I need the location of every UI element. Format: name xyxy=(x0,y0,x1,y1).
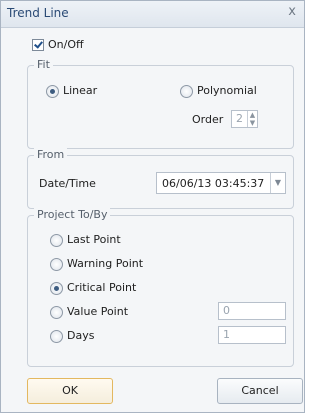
linear-radio[interactable] xyxy=(46,85,59,98)
project-group: Project To/By Last Point Warning Point C… xyxy=(27,208,294,367)
critical-point-radio[interactable] xyxy=(50,282,63,295)
order-value: 2 xyxy=(236,112,243,125)
order-stepper[interactable]: 2 ▲ ▼ xyxy=(231,110,258,128)
value-point-label: Value Point xyxy=(67,305,129,318)
onoff-checkbox[interactable] xyxy=(32,39,44,51)
title-bar: Trend Line x xyxy=(1,1,304,28)
fit-legend: Fit xyxy=(34,58,53,71)
polynomial-radio[interactable] xyxy=(180,85,193,98)
datetime-label: Date/Time xyxy=(39,177,96,190)
datetime-picker[interactable]: 06/06/13 03:45:37 ▼ xyxy=(156,172,286,194)
fit-group: Fit Linear Polynomial Order 2 ▲ ▼ xyxy=(27,58,294,149)
warning-point-radio[interactable] xyxy=(50,258,63,271)
datetime-value: 06/06/13 03:45:37 xyxy=(162,177,265,190)
last-point-radio[interactable] xyxy=(50,234,63,247)
spin-arrows-icon[interactable]: ▲ ▼ xyxy=(247,111,257,127)
ok-button[interactable]: OK xyxy=(27,378,113,404)
last-point-label: Last Point xyxy=(67,233,121,246)
value-point-radio[interactable] xyxy=(50,306,63,319)
days-input[interactable]: 1 xyxy=(218,326,286,344)
value-point-value: 0 xyxy=(223,304,230,317)
chevron-down-icon[interactable]: ▼ xyxy=(270,173,285,193)
project-legend: Project To/By xyxy=(34,208,111,221)
days-value: 1 xyxy=(223,328,230,341)
polynomial-label: Polynomial xyxy=(197,84,257,97)
from-legend: From xyxy=(34,148,68,161)
days-radio[interactable] xyxy=(50,330,63,343)
onoff-label: On/Off xyxy=(48,38,84,51)
value-point-input[interactable]: 0 xyxy=(218,302,286,320)
from-group: From Date/Time 06/06/13 03:45:37 ▼ xyxy=(27,148,294,209)
close-icon[interactable]: x xyxy=(288,4,296,19)
cancel-button[interactable]: Cancel xyxy=(217,378,303,404)
warning-point-label: Warning Point xyxy=(67,257,144,270)
dialog-title: Trend Line xyxy=(7,6,69,20)
critical-point-label: Critical Point xyxy=(67,281,137,294)
order-label: Order xyxy=(192,113,224,126)
trend-line-dialog: Trend Line x On/Off Fit Linear Polynomia… xyxy=(0,0,305,413)
linear-label: Linear xyxy=(63,84,98,97)
days-label: Days xyxy=(67,329,95,342)
